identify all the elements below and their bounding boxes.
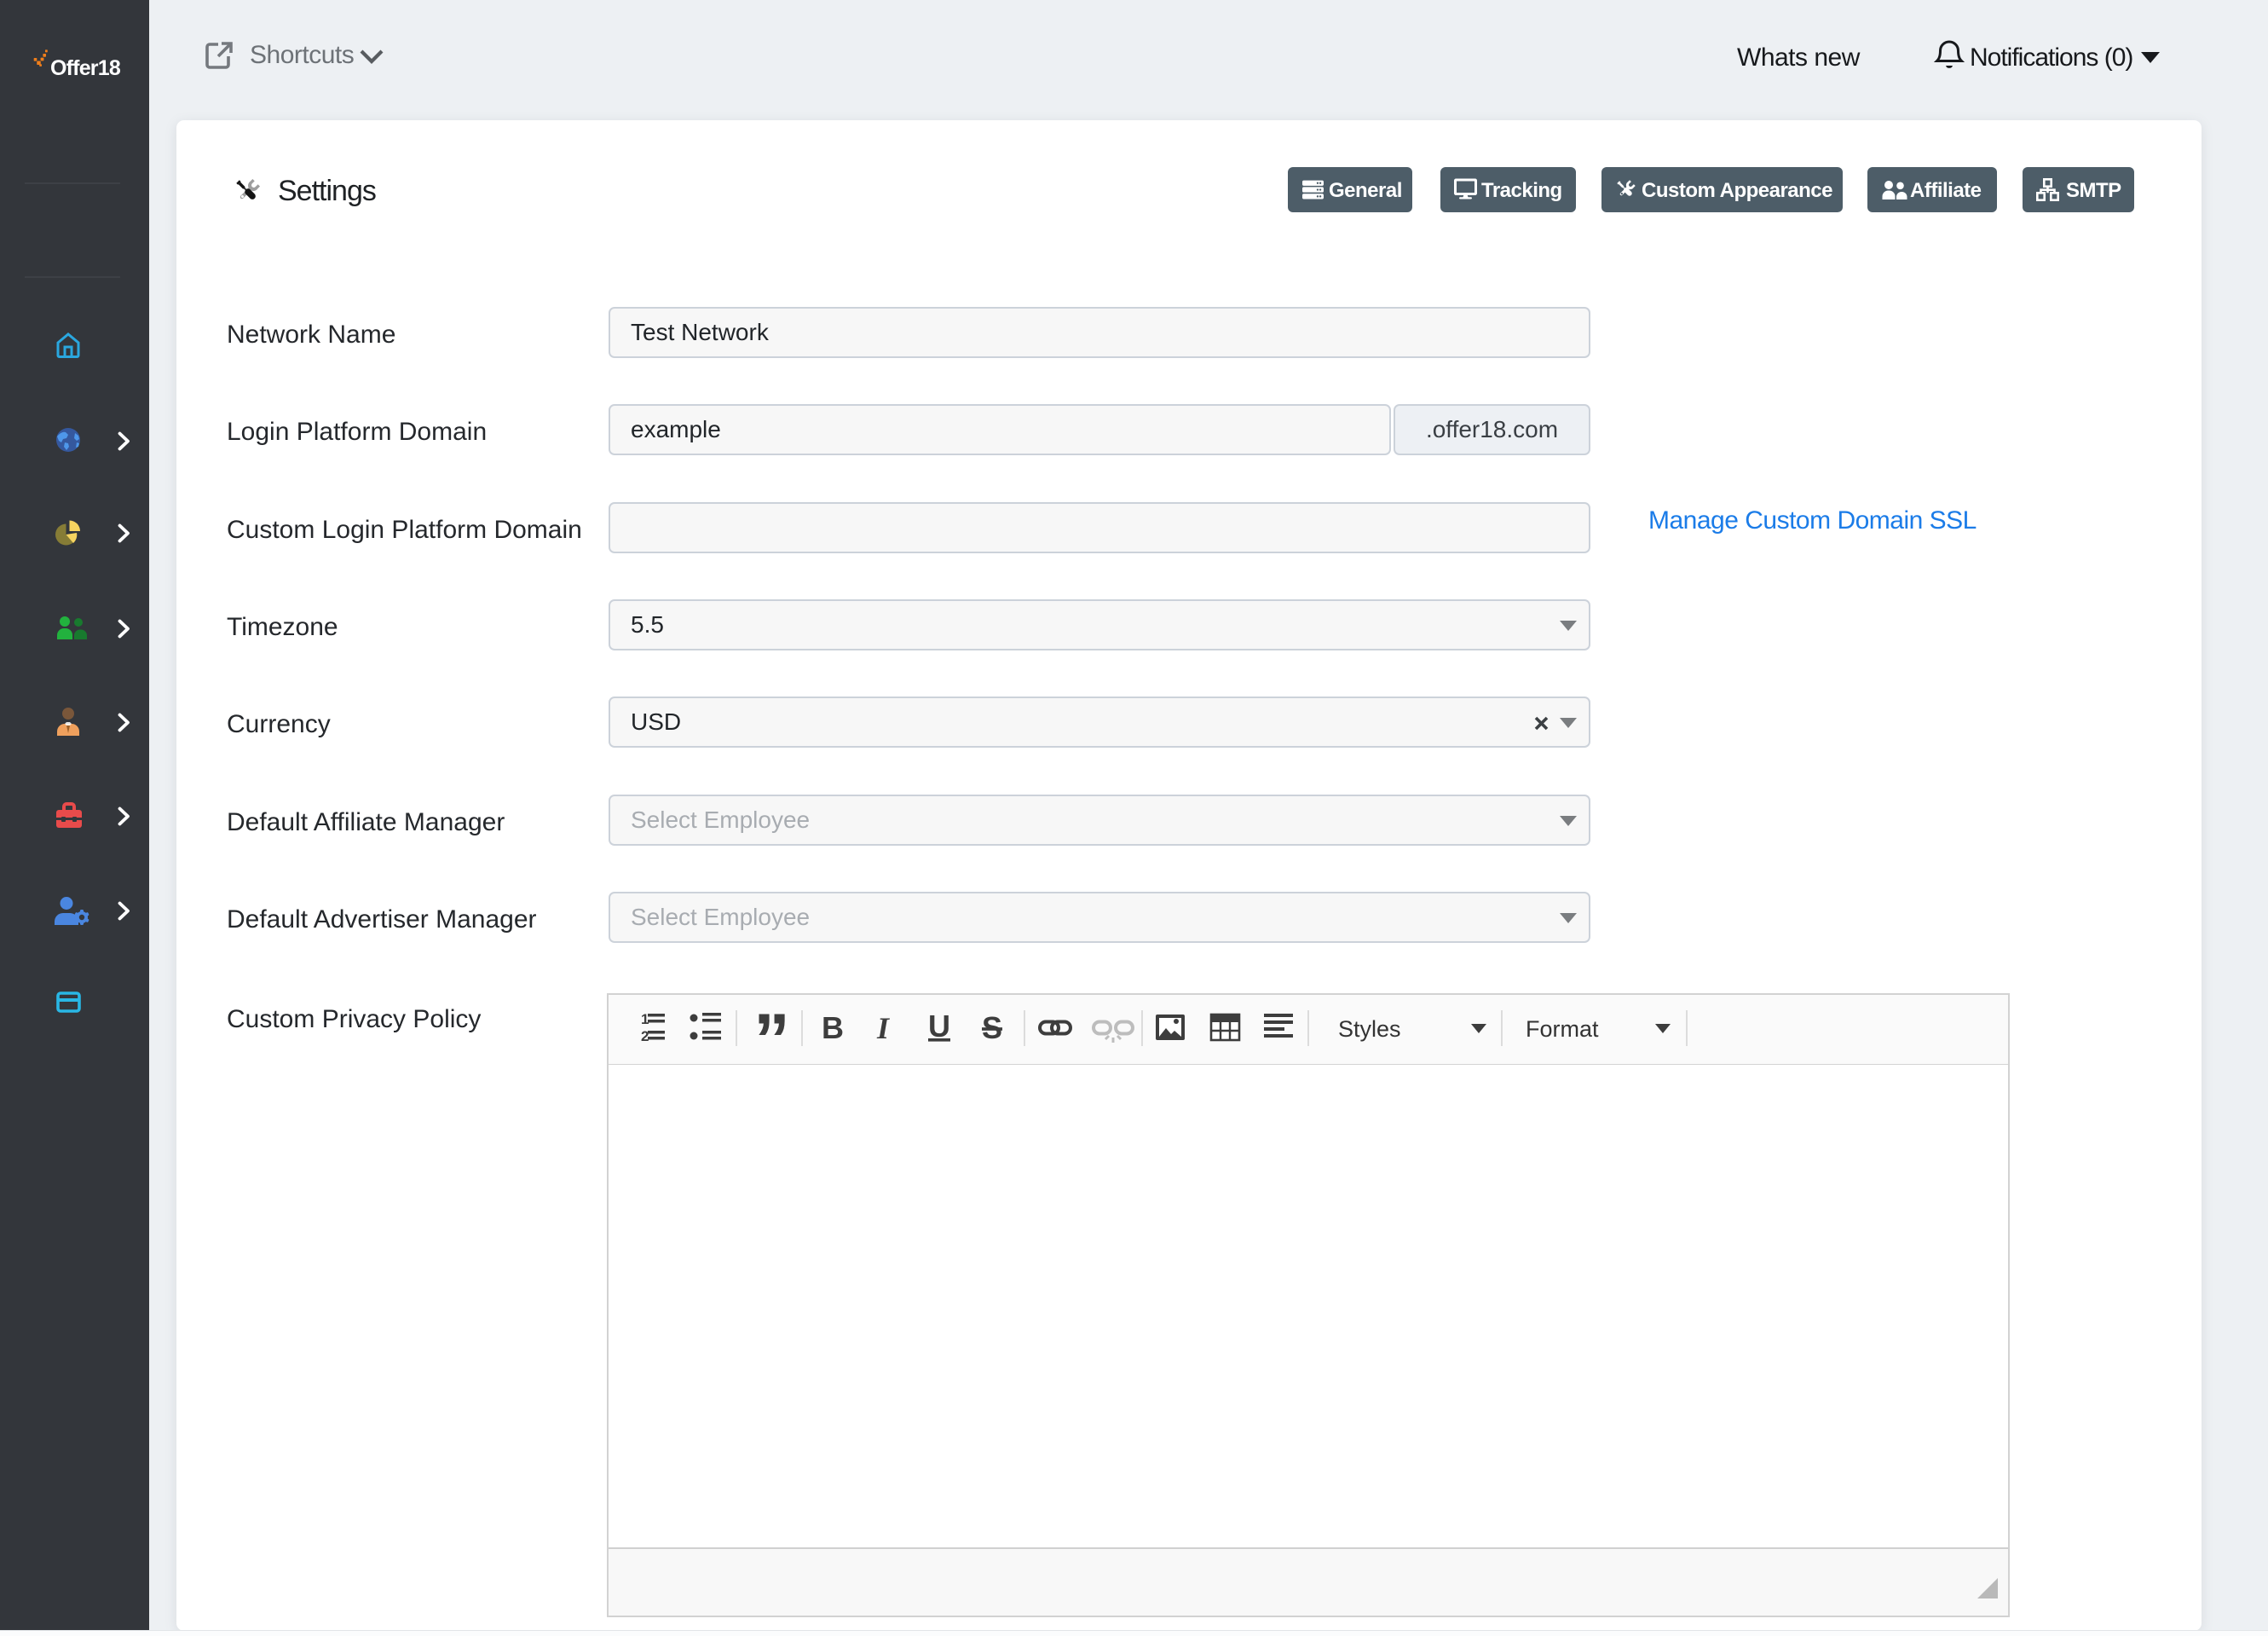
svg-text:Styles: Styles [1338, 1016, 1401, 1042]
svg-text:S: S [982, 1010, 1002, 1045]
svg-text:1: 1 [641, 1011, 649, 1027]
svg-text:B: B [822, 1010, 844, 1045]
svg-text:U: U [928, 1009, 950, 1043]
svg-text:2: 2 [641, 1028, 649, 1044]
svg-text:I: I [876, 1011, 891, 1045]
svg-text:Format: Format [1526, 1016, 1599, 1042]
svg-text:”: ” [753, 999, 790, 1081]
